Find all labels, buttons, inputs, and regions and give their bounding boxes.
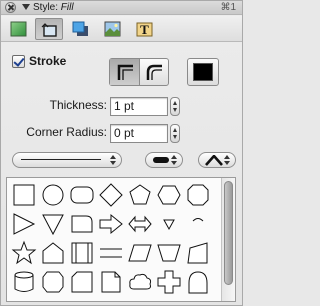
rounded-corner-icon: [146, 64, 162, 80]
stroke-label: Stroke: [29, 54, 67, 68]
corner-radius-label: Corner Radius:: [26, 125, 107, 139]
arc-shape[interactable]: [185, 211, 211, 237]
fill-tab-button[interactable]: [5, 18, 33, 40]
corner-radius-stepper[interactable]: [170, 124, 180, 143]
stroke-shape-icon: [41, 23, 57, 37]
shape-palette: [6, 177, 236, 302]
house-shape[interactable]: [40, 240, 66, 266]
stroke-color-well[interactable]: [187, 58, 219, 86]
stroke-tab-button[interactable]: [35, 18, 63, 40]
shadow-icon: [72, 21, 88, 36]
cloud-shape[interactable]: [127, 269, 153, 295]
diamond-shape[interactable]: [98, 182, 124, 208]
fill-swatch-icon: [10, 21, 27, 37]
square-corner-icon: [117, 64, 133, 80]
popup-arrows-icon: [110, 155, 116, 165]
cross-shape[interactable]: [156, 269, 182, 295]
line-style-popup[interactable]: [12, 152, 122, 168]
square-corner-button[interactable]: [110, 59, 140, 85]
popup-arrows-icon: [171, 155, 177, 165]
shortcut-label: ⌘1: [220, 2, 236, 13]
trapezoid-shape[interactable]: [156, 240, 182, 266]
title-prefix: Style:: [33, 2, 61, 13]
stroke-checkbox[interactable]: [12, 55, 25, 68]
octagon-shape[interactable]: [185, 182, 211, 208]
right-triangle-shape[interactable]: [11, 211, 37, 237]
rounded-octagon-shape[interactable]: [40, 269, 66, 295]
title-style-name: Fill: [60, 2, 74, 13]
pentagon-shape[interactable]: [127, 182, 153, 208]
arch-shape[interactable]: [185, 269, 211, 295]
square-shape[interactable]: [11, 182, 37, 208]
shadow-tab-button[interactable]: [67, 18, 95, 40]
text-tab-button[interactable]: T: [131, 18, 159, 40]
miter-join-icon: [205, 155, 223, 166]
popup-arrows-icon: [224, 155, 230, 165]
cylinder-shape[interactable]: [11, 269, 37, 295]
close-icon[interactable]: [5, 2, 16, 13]
arrow-right-shape[interactable]: [98, 211, 124, 237]
hexagon-shape[interactable]: [156, 182, 182, 208]
rounded-cap-icon: [153, 157, 169, 163]
title-bar[interactable]: Style: Fill ⌘1: [1, 1, 242, 15]
line-join-popup[interactable]: [198, 152, 236, 168]
svg-text:T: T: [140, 22, 149, 37]
rounded-corner-button[interactable]: [140, 59, 170, 85]
image-icon: [104, 21, 121, 37]
tab-shape[interactable]: [69, 211, 95, 237]
horizontal-lines-shape[interactable]: [98, 240, 124, 266]
scrollbar-thumb[interactable]: [224, 181, 233, 285]
circle-shape[interactable]: [40, 182, 66, 208]
shape-palette-scrollbar[interactable]: [221, 178, 235, 301]
text-icon: T: [136, 22, 153, 37]
style-inspector-panel: Style: Fill ⌘1 T Stroke Thickness: 1 pt …: [0, 0, 243, 306]
inspector-toolbar: T: [1, 16, 242, 42]
stroke-color-swatch: [193, 63, 213, 81]
document-shape[interactable]: [98, 269, 124, 295]
star-shape[interactable]: [11, 240, 37, 266]
disclosure-triangle-icon[interactable]: [22, 4, 30, 10]
small-triangle-shape[interactable]: [156, 211, 182, 237]
solid-line-icon: [21, 159, 101, 160]
line-cap-popup[interactable]: [145, 152, 183, 168]
image-tab-button[interactable]: [99, 18, 127, 40]
thickness-stepper[interactable]: [170, 97, 180, 116]
corner-style-group: [109, 58, 169, 86]
quad-shape[interactable]: [185, 240, 211, 266]
down-triangle-shape[interactable]: [40, 211, 66, 237]
thickness-label: Thickness:: [49, 98, 107, 112]
thickness-field[interactable]: 1 pt: [110, 97, 168, 116]
window-title: Style: Fill: [33, 2, 74, 14]
double-border-rect-shape[interactable]: [69, 240, 95, 266]
tag-shape[interactable]: [69, 269, 95, 295]
double-arrow-shape[interactable]: [127, 211, 153, 237]
corner-radius-field[interactable]: 0 pt: [110, 124, 168, 143]
rounded-rect-shape[interactable]: [69, 182, 95, 208]
parallelogram-shape[interactable]: [127, 240, 153, 266]
